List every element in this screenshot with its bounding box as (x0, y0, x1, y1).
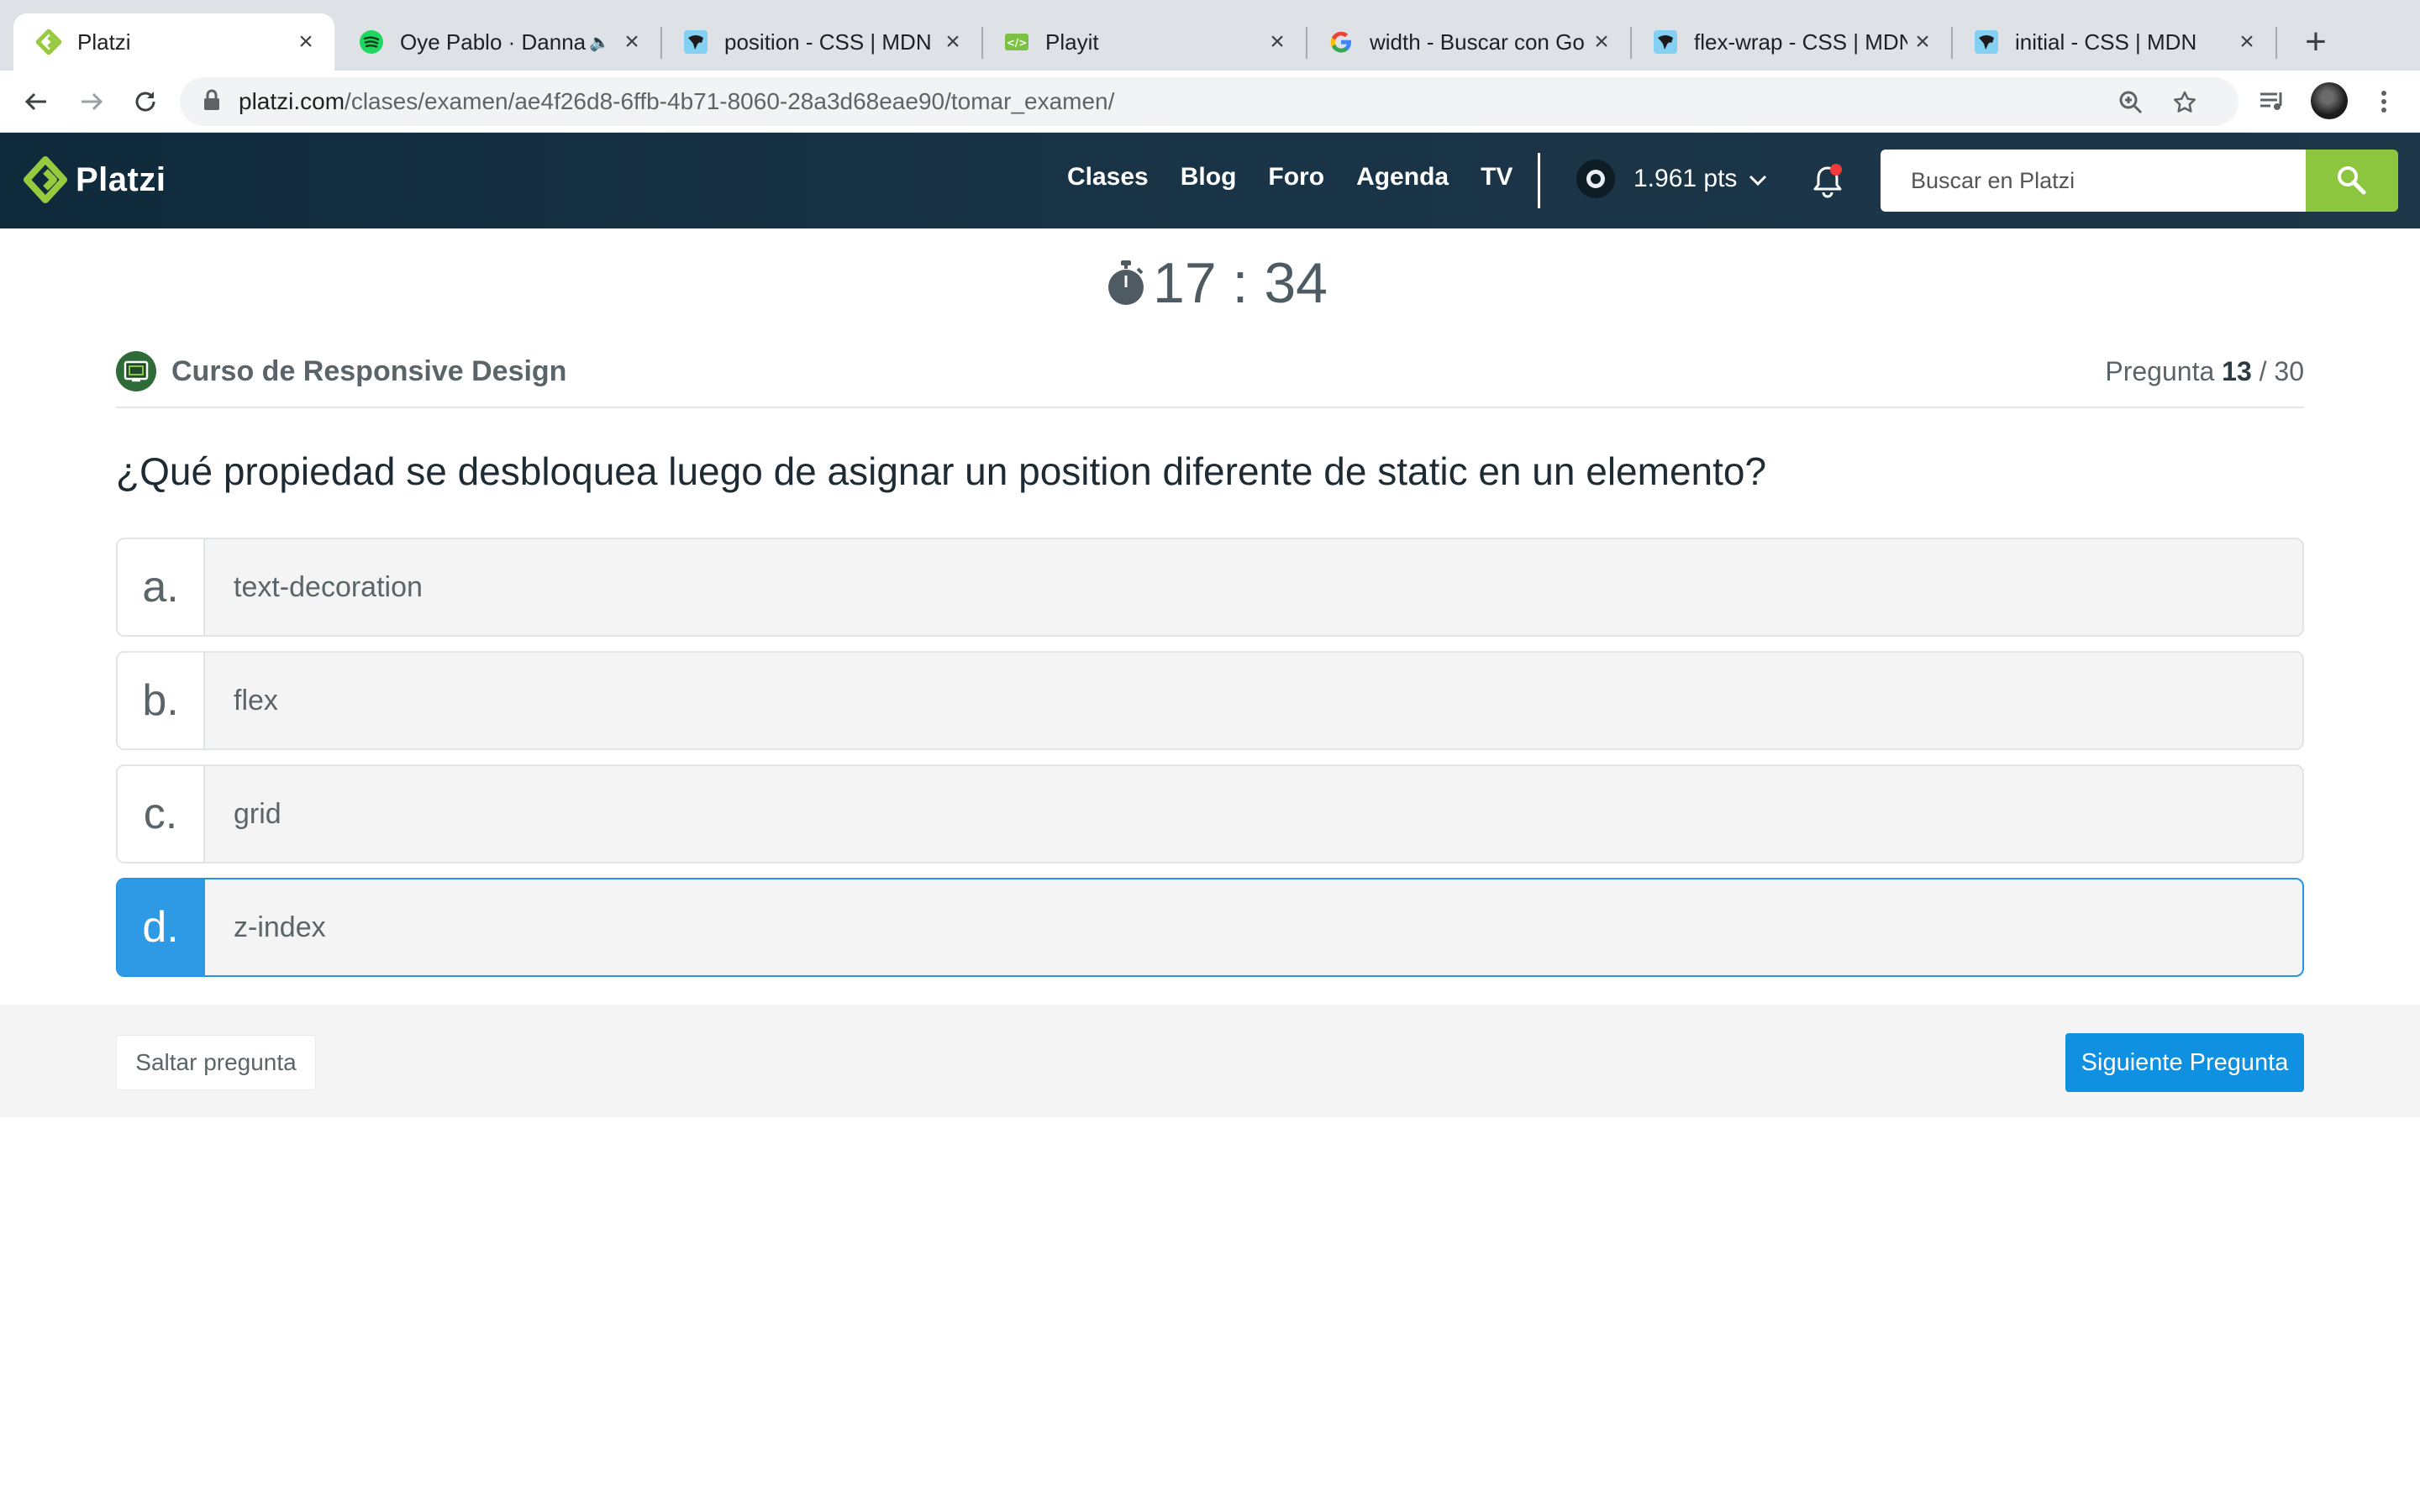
question-counter: Pregunta 13 / 30 (2105, 356, 2304, 387)
zoom-icon[interactable] (2114, 86, 2148, 119)
exam-footer: Saltar pregunta Siguiente Pregunta (0, 1005, 2420, 1117)
tab-title: width - Buscar con Go (1370, 29, 1585, 55)
option-text: flex (234, 684, 278, 717)
url-path: /clases/examen/ae4f26d8-6ffb-4b71-8060-2… (345, 88, 1115, 114)
profile-avatar[interactable] (2311, 82, 2348, 119)
main-nav: Clases Blog Foro Agenda TV (1067, 163, 1544, 192)
back-arrow-icon[interactable] (17, 82, 55, 121)
nav-clases[interactable]: Clases (1067, 163, 1149, 192)
tab-title: Playit (1045, 29, 1099, 55)
reload-icon[interactable] (126, 82, 165, 121)
course-badge-icon (116, 351, 156, 391)
tab-title: Oye Pablo · Danna (400, 29, 587, 55)
course-name: Curso de Responsive Design (171, 354, 567, 387)
tab-title: initial - CSS | MDN (2015, 29, 2197, 55)
nav-tv[interactable]: TV (1481, 163, 1512, 192)
avatar (1576, 160, 1615, 198)
browser-menu-icon[interactable] (2365, 82, 2403, 121)
forward-arrow-icon[interactable] (72, 82, 111, 121)
course-title: Curso de Responsive Design (116, 351, 566, 391)
browser-toolbar: platzi.com/clases/examen/ae4f26d8-6ffb-4… (0, 71, 2420, 133)
question-total: / 30 (2259, 356, 2304, 386)
media-control-icon[interactable] (2254, 82, 2292, 121)
points-dropdown[interactable]: 1.961 pts (1576, 160, 1767, 198)
option-text: grid (234, 797, 281, 830)
tab-title: position - CSS | MDN (724, 29, 932, 55)
option-text: z-index (234, 911, 326, 943)
notifications-bell-icon[interactable] (1808, 161, 1847, 200)
tab-mdn-position[interactable]: position - CSS | MDN × (660, 13, 981, 71)
platzi-logo[interactable]: Platzi (24, 156, 166, 203)
chevron-down-icon (1749, 165, 1767, 193)
question-text: ¿Qué propiedad se desbloquea luego de as… (116, 449, 1767, 493)
tab-platzi[interactable]: Platzi × (13, 13, 334, 71)
platzi-header: Platzi Clases Blog Foro Agenda TV 1.961 … (0, 133, 2420, 228)
tab-title: flex-wrap - CSS | MDN (1694, 29, 1907, 55)
header-divider (1538, 153, 1540, 208)
mdn-favicon-icon (682, 29, 709, 55)
tab-close-icon[interactable]: × (291, 27, 321, 57)
divider (116, 407, 2304, 408)
option-letter: d. (118, 879, 205, 975)
tab-separator (2275, 27, 2277, 59)
tab-close-icon[interactable]: × (1907, 27, 1938, 57)
answer-option-a[interactable]: a. text-decoration (116, 538, 2304, 637)
audio-playing-icon[interactable]: 🔈 (589, 32, 610, 53)
nav-agenda[interactable]: Agenda (1356, 163, 1449, 192)
search-icon (2338, 166, 2366, 195)
exam-timer: 17 : 34 (1104, 250, 1328, 316)
tab-mdn-flex-wrap[interactable]: flex-wrap - CSS | MDN × (1630, 13, 1951, 71)
option-text: text-decoration (234, 570, 423, 603)
tab-close-icon[interactable]: × (1262, 27, 1292, 57)
question-current: 13 (2222, 356, 2252, 386)
browser-tab-bar: Platzi × Oye Pablo · Danna 🔈 × position … (0, 0, 2420, 71)
mdn-favicon-icon (1973, 29, 2000, 55)
playit-favicon-icon: </> (1003, 29, 1030, 55)
notification-dot (1830, 164, 1842, 176)
tab-title: Platzi (77, 29, 131, 55)
tab-spotify[interactable]: Oye Pablo · Danna 🔈 × (336, 13, 660, 71)
option-letter: b. (118, 653, 205, 748)
answer-option-b[interactable]: b. flex (116, 651, 2304, 750)
timer-value: 17 : 34 (1153, 251, 1328, 315)
address-bar[interactable]: platzi.com/clases/examen/ae4f26d8-6ffb-4… (180, 77, 2238, 126)
search-button[interactable] (2306, 150, 2398, 212)
mdn-favicon-icon (1652, 29, 1679, 55)
tab-close-icon[interactable]: × (938, 27, 968, 57)
nav-blog[interactable]: Blog (1181, 163, 1237, 192)
tab-mdn-initial[interactable]: initial - CSS | MDN × (1951, 13, 2275, 71)
option-letter: c. (118, 766, 205, 862)
tab-google-search[interactable]: width - Buscar con Go × (1306, 13, 1630, 71)
option-letter: a. (118, 539, 205, 635)
url-domain: platzi.com (239, 88, 345, 114)
nav-foro[interactable]: Foro (1268, 163, 1324, 192)
bookmark-star-icon[interactable] (2168, 86, 2202, 119)
tab-close-icon[interactable]: × (617, 27, 647, 57)
stopwatch-icon (1108, 260, 1144, 305)
platzi-logo-icon (24, 156, 67, 203)
svg-text:</>: </> (1007, 37, 1028, 49)
spotify-favicon-icon (358, 29, 385, 55)
question-counter-label: Pregunta (2105, 356, 2215, 386)
lock-icon[interactable] (203, 89, 220, 115)
answer-option-d[interactable]: d. z-index (116, 878, 2304, 977)
next-question-button[interactable]: Siguiente Pregunta (2065, 1033, 2304, 1092)
search-input[interactable] (1881, 150, 2306, 212)
tab-playit[interactable]: </> Playit × (981, 13, 1306, 71)
tab-close-icon[interactable]: × (2232, 27, 2262, 57)
url-text: platzi.com/clases/examen/ae4f26d8-6ffb-4… (239, 88, 1114, 115)
tab-close-icon[interactable]: × (1586, 27, 1617, 57)
platzi-favicon-icon (35, 29, 62, 55)
new-tab-plus-icon[interactable]: + (2294, 20, 2338, 64)
skip-question-button[interactable]: Saltar pregunta (116, 1035, 316, 1090)
platzi-logo-text: Platzi (76, 160, 166, 198)
answer-option-c[interactable]: c. grid (116, 764, 2304, 864)
points-value: 1.961 pts (1634, 165, 1738, 192)
google-favicon-icon (1328, 29, 1355, 55)
